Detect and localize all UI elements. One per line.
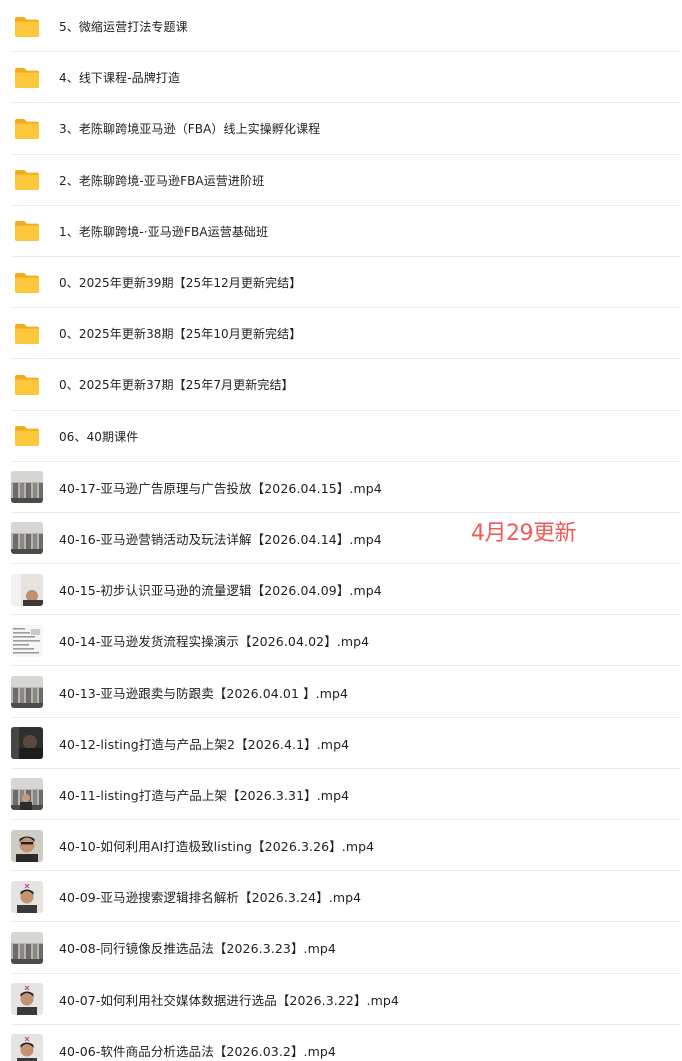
video-thumbnail-icon: [11, 727, 43, 760]
folder-row[interactable]: 1、老陈聊跨境-·亚马逊FBA运营基础班: [0, 206, 682, 258]
file-name: 40-06-软件商品分析选品法【2026.03.2】.mp4: [59, 1043, 336, 1059]
video-thumbnail-icon: [11, 471, 43, 504]
folder-row[interactable]: 2、老陈聊跨境-亚马逊FBA运营进阶班: [0, 155, 682, 206]
video-file-row[interactable]: 40-10-如何利用AI打造极致listing【2026.3.26】.mp4: [0, 820, 682, 872]
video-file-row[interactable]: 40-13-亚马逊跟卖与防跟卖【2026.04.01 】.mp4: [0, 666, 682, 718]
file-list: 5、微缩运营打法专题课 4、线下课程-品牌打造 3、老陈聊跨境亚马逊（FBA）线上实…: [0, 1, 682, 1061]
video-thumbnail-icon: [11, 778, 43, 811]
video-thumbnail-icon: [11, 624, 43, 657]
folder-row[interactable]: 3、老陈聊跨境亚马逊（FBA）线上实操孵化课程: [0, 103, 682, 155]
folder-icon: [11, 369, 43, 401]
folder-row[interactable]: 0、2025年更新37期【25年7月更新完结】: [0, 359, 682, 411]
video-file-row[interactable]: 40-17-亚马逊广告原理与广告投放【2026.04.15】.mp4: [0, 462, 682, 514]
folder-icon: [11, 62, 43, 94]
folder-icon: [11, 113, 43, 145]
folder-name: 1、老陈聊跨境-·亚马逊FBA运营基础班: [59, 224, 269, 239]
file-name: 40-07-如何利用社交媒体数据进行选品【2026.3.22】.mp4: [59, 992, 399, 1008]
folder-name: 0、2025年更新39期【25年12月更新完结】: [59, 276, 302, 291]
video-file-row[interactable]: 40-06-软件商品分析选品法【2026.03.2】.mp4: [0, 1025, 682, 1061]
folder-row[interactable]: 06、40期课件: [0, 411, 682, 462]
folder-row[interactable]: 0、2025年更新38期【25年10月更新完结】: [0, 308, 682, 360]
video-file-row[interactable]: 40-09-亚马逊搜索逻辑排名解析【2026.3.24】.mp4: [0, 871, 682, 923]
file-name: 40-12-listing打造与产品上架2【2026.4.1】.mp4: [59, 736, 350, 752]
folder-name: 06、40期课件: [59, 429, 139, 444]
video-file-row[interactable]: 40-12-listing打造与产品上架2【2026.4.1】.mp4: [0, 718, 682, 770]
folder-icon: [11, 267, 43, 299]
video-thumbnail-icon: [11, 573, 43, 606]
file-name: 40-11-listing打造与产品上架【2026.3.31】.mp4: [59, 787, 350, 803]
video-thumbnail-icon: [11, 829, 43, 862]
video-thumbnail-icon: [11, 983, 43, 1016]
video-file-row[interactable]: 40-16-亚马逊营销活动及玩法详解【2026.04.14】.mp4: [0, 513, 682, 565]
file-name: 40-08-同行镜像反推选品法【2026.3.23】.mp4: [59, 941, 336, 957]
video-thumbnail-icon: [11, 522, 43, 555]
folder-row[interactable]: 4、线下课程-品牌打造: [0, 52, 682, 104]
video-file-row[interactable]: 40-08-同行镜像反推选品法【2026.3.23】.mp4: [0, 922, 682, 974]
video-thumbnail-icon: [11, 880, 43, 913]
folder-name: 4、线下课程-品牌打造: [59, 71, 181, 86]
video-thumbnail-icon: [11, 1034, 43, 1061]
video-thumbnail-icon: [11, 676, 43, 709]
video-file-row[interactable]: 40-07-如何利用社交媒体数据进行选品【2026.3.22】.mp4: [0, 974, 682, 1025]
file-name: 40-14-亚马逊发货流程实操演示【2026.04.02】.mp4: [59, 634, 370, 650]
folder-icon: [11, 164, 43, 196]
file-name: 40-16-亚马逊营销活动及玩法详解【2026.04.14】.mp4: [59, 531, 382, 547]
video-file-row[interactable]: 40-15-初步认识亚马逊的流量逻辑【2026.04.09】.mp4: [0, 564, 682, 616]
folder-name: 2、老陈聊跨境-亚马逊FBA运营进阶班: [59, 173, 265, 188]
video-file-row[interactable]: 40-14-亚马逊发货流程实操演示【2026.04.02】.mp4: [0, 615, 682, 667]
folder-icon: [11, 11, 43, 43]
folder-icon: [11, 318, 43, 350]
folder-name: 0、2025年更新37期【25年7月更新完结】: [59, 378, 294, 393]
folder-row[interactable]: 5、微缩运营打法专题课: [0, 1, 682, 53]
folder-name: 0、2025年更新38期【25年10月更新完结】: [59, 327, 302, 342]
folder-name: 5、微缩运营打法专题课: [59, 20, 188, 35]
video-file-row[interactable]: 40-11-listing打造与产品上架【2026.3.31】.mp4: [0, 769, 682, 821]
update-annotation: 4月29更新: [471, 521, 577, 546]
file-name: 40-13-亚马逊跟卖与防跟卖【2026.04.01 】.mp4: [59, 685, 349, 701]
folder-row[interactable]: 0、2025年更新39期【25年12月更新完结】: [0, 257, 682, 309]
file-name: 40-10-如何利用AI打造极致listing【2026.3.26】.mp4: [59, 839, 375, 855]
video-thumbnail-icon: [11, 931, 43, 964]
file-name: 40-17-亚马逊广告原理与广告投放【2026.04.15】.mp4: [59, 480, 382, 496]
folder-name: 3、老陈聊跨境亚马逊（FBA）线上实操孵化课程: [59, 122, 321, 137]
file-name: 40-15-初步认识亚马逊的流量逻辑【2026.04.09】.mp4: [59, 583, 382, 599]
file-name: 40-09-亚马逊搜索逻辑排名解析【2026.3.24】.mp4: [59, 890, 362, 906]
folder-icon: [11, 215, 43, 247]
folder-icon: [11, 420, 43, 452]
